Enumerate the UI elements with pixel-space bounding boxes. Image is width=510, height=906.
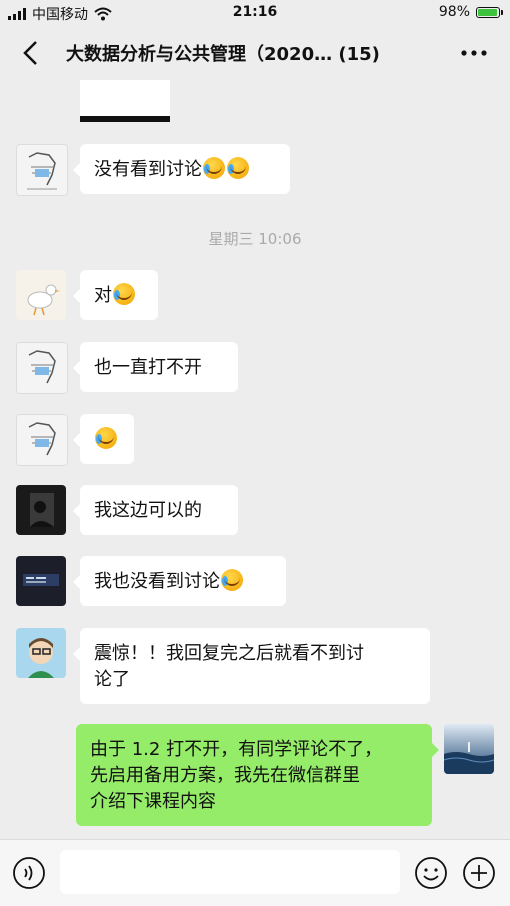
screen-avatar-icon: [23, 574, 59, 586]
message-text: 没有看到讨论: [94, 159, 202, 180]
message-text-line: 由于 1.2 打不开，有同学评论不了，: [90, 739, 383, 760]
dark-photo-avatar-icon: [30, 493, 54, 527]
message-bubble[interactable]: [73, 414, 134, 464]
avatar[interactable]: [16, 556, 66, 606]
battery-icon: [476, 6, 503, 18]
voice-icon[interactable]: [12, 856, 46, 890]
message-bubble[interactable]: 震惊！！我回复完之后就看不到讨 论了: [73, 628, 430, 704]
battery-percent: 98%: [438, 4, 470, 20]
crying-laughing-emoji-icon: [203, 157, 225, 179]
chat-title: 大数据分析与公共管理（2020… (15): [66, 40, 444, 66]
message-text-line: 介绍下课程内容: [90, 791, 216, 812]
avatar[interactable]: [16, 342, 68, 394]
message-text: 也一直打不开: [94, 357, 202, 378]
timestamp: 星期三 10:06: [208, 230, 302, 248]
crying-laughing-emoji-icon: [113, 283, 135, 305]
plus-icon[interactable]: [462, 856, 496, 890]
sea-photo-avatar-icon: [444, 742, 494, 774]
crying-laughing-emoji-icon: [227, 157, 249, 179]
self-avatar[interactable]: [444, 724, 494, 774]
avatar[interactable]: [16, 144, 68, 196]
image-message-partial[interactable]: [80, 80, 170, 122]
sketch-avatar-icon: [27, 152, 57, 190]
message-bubble[interactable]: 对: [73, 270, 158, 320]
message-bubble[interactable]: 我这边可以的: [73, 485, 238, 535]
message-text-line: 震惊！！我回复完之后就看不到讨: [94, 643, 364, 664]
avatar[interactable]: [16, 485, 66, 535]
message-text: 对: [94, 285, 112, 306]
message-text: 我这边可以的: [94, 500, 202, 521]
sketch-avatar-icon: [28, 350, 56, 384]
message-input[interactable]: [60, 850, 400, 894]
more-options-icon[interactable]: [456, 40, 492, 66]
back-arrow-icon[interactable]: [14, 36, 48, 70]
crying-laughing-emoji-icon: [95, 427, 117, 449]
message-text-line: 论了: [94, 669, 130, 690]
avatar[interactable]: [16, 414, 68, 466]
emoji-icon[interactable]: [414, 856, 448, 890]
group-name: 大数据分析与公共管理（2020…: [66, 44, 333, 65]
self-message-bubble[interactable]: 由于 1.2 打不开，有同学评论不了， 先启用备用方案，我先在微信群里 介绍下课…: [76, 724, 439, 826]
bird-avatar-icon: [27, 284, 60, 316]
avatar[interactable]: [16, 270, 66, 320]
avatar[interactable]: [16, 628, 66, 678]
chat-header: 大数据分析与公共管理（2020… (15): [0, 26, 510, 80]
status-bar: 中国移动 21:16 98%: [0, 0, 510, 26]
message-bubble[interactable]: 我也没看到讨论: [73, 556, 286, 606]
crying-laughing-emoji-icon: [221, 569, 243, 591]
message-bubble[interactable]: 也一直打不开: [73, 342, 238, 392]
message-text-line: 先启用备用方案，我先在微信群里: [90, 765, 360, 786]
member-count: (15): [338, 44, 380, 65]
sketch-avatar-icon: [28, 422, 56, 456]
status-right: 98%: [438, 4, 503, 20]
cartoon-man-avatar-icon: [28, 638, 54, 678]
status-time: 21:16: [232, 4, 278, 20]
input-bar: [0, 839, 510, 906]
message-bubble[interactable]: 没有看到讨论: [73, 144, 290, 194]
message-text: 我也没看到讨论: [94, 571, 220, 592]
